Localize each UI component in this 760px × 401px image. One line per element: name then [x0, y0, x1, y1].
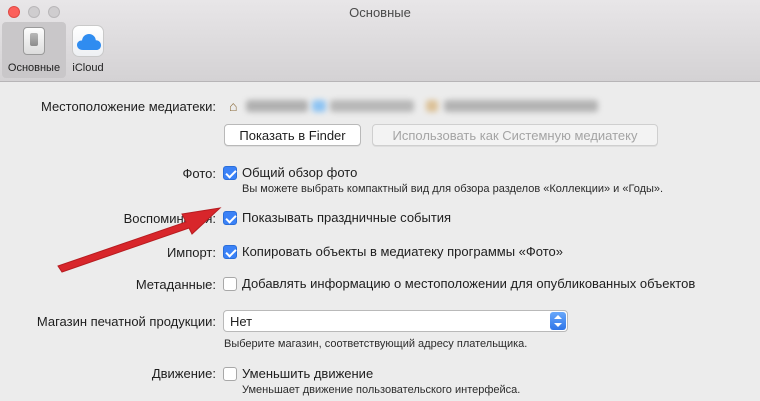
library-path-segment [330, 100, 414, 112]
preferences-window: Основные Основные iCloud Местоположение … [0, 0, 760, 401]
tab-icloud-label: iCloud [72, 62, 104, 74]
metadata-label: Метаданные: [135, 277, 216, 292]
summarize-photos-checkbox[interactable] [223, 166, 237, 180]
show-in-finder-button[interactable]: Показать в Finder [224, 124, 361, 146]
print-store-label: Магазин печатной продукции: [36, 314, 216, 329]
tab-icloud[interactable]: iCloud [64, 22, 112, 78]
holiday-events-label: Показывать праздничные события [242, 210, 452, 225]
icloud-icon [72, 25, 104, 57]
library-path-segment [426, 100, 438, 112]
holiday-events-checkbox[interactable] [223, 211, 237, 225]
print-store-selected-value: Нет [230, 313, 253, 329]
print-store-select[interactable]: Нет [223, 310, 568, 332]
tab-general-label: Основные [7, 62, 61, 74]
location-info-label: Добавлять информацию о местоположении дл… [242, 276, 696, 291]
library-path-segment [246, 100, 308, 112]
library-location-row: Местоположение медиатеки: ⌂ [0, 95, 760, 117]
import-label: Импорт: [166, 245, 216, 260]
library-path-segment [312, 100, 326, 112]
copy-items-checkbox[interactable] [223, 245, 237, 259]
use-as-system-library-button[interactable]: Использовать как Системную медиатеку [372, 124, 658, 146]
library-path-segment [444, 100, 598, 112]
library-location-label: Местоположение медиатеки: [40, 98, 216, 114]
general-switch-icon [18, 25, 50, 57]
tab-general[interactable]: Основные [2, 22, 66, 78]
summarize-photos-hint: Вы можете выбрать компактный вид для обз… [242, 183, 664, 195]
copy-items-label: Копировать объекты в медиатеку программы… [242, 244, 563, 259]
motion-label: Движение: [151, 366, 216, 381]
reduce-motion-checkbox[interactable] [223, 367, 237, 381]
print-store-hint: Выберите магазин, соответствующий адресу… [224, 338, 528, 350]
select-stepper-icon [550, 312, 566, 330]
summarize-photos-label: Общий обзор фото [242, 165, 358, 180]
window-title: Основные [349, 5, 411, 20]
reduce-motion-label: Уменьшить движение [242, 366, 374, 381]
reduce-motion-hint: Уменьшает движение пользовательского инт… [242, 384, 521, 396]
titlebar: Основные Основные iCloud [0, 0, 760, 82]
photos-label: Фото: [182, 166, 216, 181]
home-icon: ⌂ [229, 98, 238, 114]
memories-label: Воспоминания: [123, 211, 216, 226]
location-info-checkbox[interactable] [223, 277, 237, 291]
